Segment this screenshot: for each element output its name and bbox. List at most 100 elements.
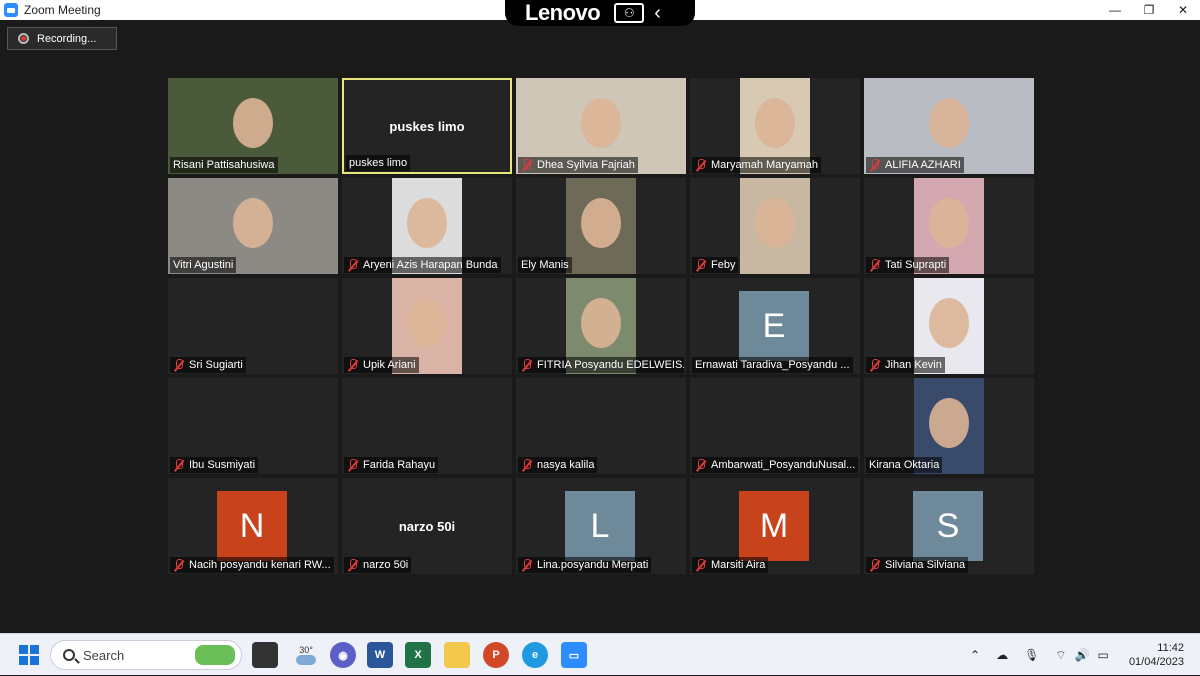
- participant-name: Ernawati Taradiva_Posyandu ...: [695, 359, 850, 371]
- search-icon: [63, 649, 75, 661]
- powerpoint-icon[interactable]: P: [483, 642, 509, 668]
- participant-tile[interactable]: nasya kalila: [516, 378, 686, 474]
- participant-face: [929, 398, 969, 448]
- participant-name: Ambarwati_PosyanduNusal...: [711, 459, 856, 471]
- participant-gallery: Risani Pattisahusiwa puskes limo puskes li…: [168, 78, 1034, 575]
- participant-tile[interactable]: ALIFIA AZHARI: [864, 78, 1034, 174]
- participant-name-bar: Feby: [692, 257, 739, 273]
- participant-name: Dhea Syilvia Fajriah: [537, 159, 635, 171]
- participant-tile[interactable]: Maryamah Maryamah: [690, 78, 860, 174]
- participant-name: Vitri Agustini: [173, 259, 234, 271]
- participant-tile[interactable]: Upik Ariani: [342, 278, 512, 374]
- edge-icon[interactable]: e: [522, 642, 548, 668]
- participant-tile[interactable]: puskes limo puskes limo: [342, 78, 512, 174]
- task-view-icon[interactable]: [252, 642, 278, 668]
- maximize-button[interactable]: ❐: [1132, 0, 1166, 20]
- window-controls: — ❐ ✕: [1098, 0, 1200, 20]
- participant-name: Lina.posyandu Merpati: [537, 559, 649, 571]
- microphone-icon[interactable]: 🎙: [1024, 648, 1039, 662]
- participant-tile[interactable]: Risani Pattisahusiwa: [168, 78, 338, 174]
- battery-icon[interactable]: ▭: [1098, 648, 1109, 662]
- participant-name: Aryeni Azis Harapan Bunda: [363, 259, 498, 271]
- windows-start-icon[interactable]: [16, 642, 42, 668]
- participant-tile[interactable]: Vitri Agustini: [168, 178, 338, 274]
- participant-name-bar: Ernawati Taradiva_Posyandu ...: [692, 357, 853, 373]
- participant-name-bar: Upik Ariani: [344, 357, 419, 373]
- wifi-icon[interactable]: ⌔: [1055, 648, 1066, 663]
- zoom-taskbar-icon[interactable]: ▭: [561, 642, 587, 668]
- participant-name-bar: puskes limo: [346, 155, 411, 171]
- participant-name: Marsiti Aira: [711, 559, 766, 571]
- participant-tile[interactable]: Feby: [690, 178, 860, 274]
- muted-mic-icon: [347, 359, 358, 371]
- participant-name: nasya kalila: [537, 459, 595, 471]
- participant-face: [755, 198, 795, 248]
- muted-mic-icon: [869, 159, 880, 171]
- recording-label: Recording...: [37, 32, 97, 45]
- participant-avatar: M: [739, 491, 809, 561]
- speaker-icon[interactable]: 🔊: [1075, 648, 1090, 662]
- participant-name: puskes limo: [349, 157, 408, 169]
- taskbar-search[interactable]: Search: [50, 640, 242, 670]
- participant-name-bar: Ely Manis: [518, 257, 572, 273]
- participant-name-bar: narzo 50i: [344, 557, 412, 573]
- muted-mic-icon: [695, 259, 706, 271]
- participant-tile[interactable]: L Lina.posyandu Merpati: [516, 478, 686, 574]
- onedrive-icon[interactable]: ☁: [996, 648, 1008, 662]
- participant-name: Ely Manis: [521, 259, 569, 271]
- participant-name-bar: Silviana Silviana: [866, 557, 969, 573]
- lenovo-toolbar[interactable]: Lenovo ⚇ ‹: [505, 0, 695, 26]
- participant-name-bar: Lina.posyandu Merpati: [518, 557, 652, 573]
- participant-name-bar: Risani Pattisahusiwa: [170, 157, 278, 173]
- participant-tile[interactable]: Sri Sugiarti: [168, 278, 338, 374]
- clock[interactable]: 11:42 01/04/2023: [1129, 641, 1184, 669]
- minimize-button[interactable]: —: [1098, 0, 1132, 20]
- participant-tile[interactable]: N Nacih posyandu kenari RW...: [168, 478, 338, 574]
- weather-widget[interactable]: 30°: [290, 642, 322, 668]
- chat-icon[interactable]: ◉: [330, 642, 356, 668]
- participant-tile[interactable]: narzo 50i narzo 50i: [342, 478, 512, 574]
- participant-tile[interactable]: Ely Manis: [516, 178, 686, 274]
- chevron-left-icon[interactable]: ‹: [654, 2, 661, 25]
- participant-tile[interactable]: FITRIA Posyandu EDELWEIS...: [516, 278, 686, 374]
- participant-tile[interactable]: Jihan Kevin: [864, 278, 1034, 374]
- participant-avatar: E: [739, 291, 809, 361]
- participant-tile[interactable]: E Ernawati Taradiva_Posyandu ...: [690, 278, 860, 374]
- search-placeholder: Search: [83, 647, 125, 663]
- participant-tile[interactable]: S Silviana Silviana: [864, 478, 1034, 574]
- participant-name: Jihan Kevin: [885, 359, 942, 371]
- clock-time: 11:42: [1157, 642, 1184, 654]
- participant-tile[interactable]: Farida Rahayu: [342, 378, 512, 474]
- participant-face: [755, 98, 795, 148]
- participant-face: [233, 198, 273, 248]
- participant-name-bar: Tati Suprapti: [866, 257, 950, 273]
- participant-name: narzo 50i: [363, 559, 409, 571]
- participant-tile[interactable]: Tati Suprapti: [864, 178, 1034, 274]
- record-icon: [18, 33, 29, 44]
- participant-face: [929, 298, 969, 348]
- participant-name-bar: Farida Rahayu: [344, 457, 439, 473]
- participant-tile[interactable]: Ibu Susmiyati: [168, 378, 338, 474]
- participant-tile[interactable]: Ambarwati_PosyanduNusal...: [690, 378, 860, 474]
- chevron-up-icon[interactable]: ⌃: [970, 648, 980, 662]
- participant-face: [233, 98, 273, 148]
- people-icon[interactable]: ⚇: [614, 3, 645, 23]
- participant-name: Risani Pattisahusiwa: [173, 159, 275, 171]
- participant-tile[interactable]: M Marsiti Aira: [690, 478, 860, 574]
- close-button[interactable]: ✕: [1166, 0, 1200, 20]
- muted-mic-icon: [869, 359, 880, 371]
- participant-tile[interactable]: Aryeni Azis Harapan Bunda: [342, 178, 512, 274]
- muted-mic-icon: [347, 559, 358, 571]
- participant-name-bar: Marsiti Aira: [692, 557, 769, 573]
- participant-tile[interactable]: Dhea Syilvia Fajriah: [516, 78, 686, 174]
- participant-name: Feby: [711, 259, 736, 271]
- file-explorer-icon[interactable]: [444, 642, 470, 668]
- word-icon[interactable]: W: [367, 642, 393, 668]
- excel-icon[interactable]: X: [405, 642, 431, 668]
- participant-name-bar: Kirana Oktaria: [866, 457, 943, 473]
- participant-name-bar: Ambarwati_PosyanduNusal...: [692, 457, 858, 473]
- participant-name-bar: Dhea Syilvia Fajriah: [518, 157, 638, 173]
- recording-indicator[interactable]: Recording...: [7, 27, 117, 50]
- participant-name: Ibu Susmiyati: [189, 459, 256, 471]
- participant-tile[interactable]: Kirana Oktaria: [864, 378, 1034, 474]
